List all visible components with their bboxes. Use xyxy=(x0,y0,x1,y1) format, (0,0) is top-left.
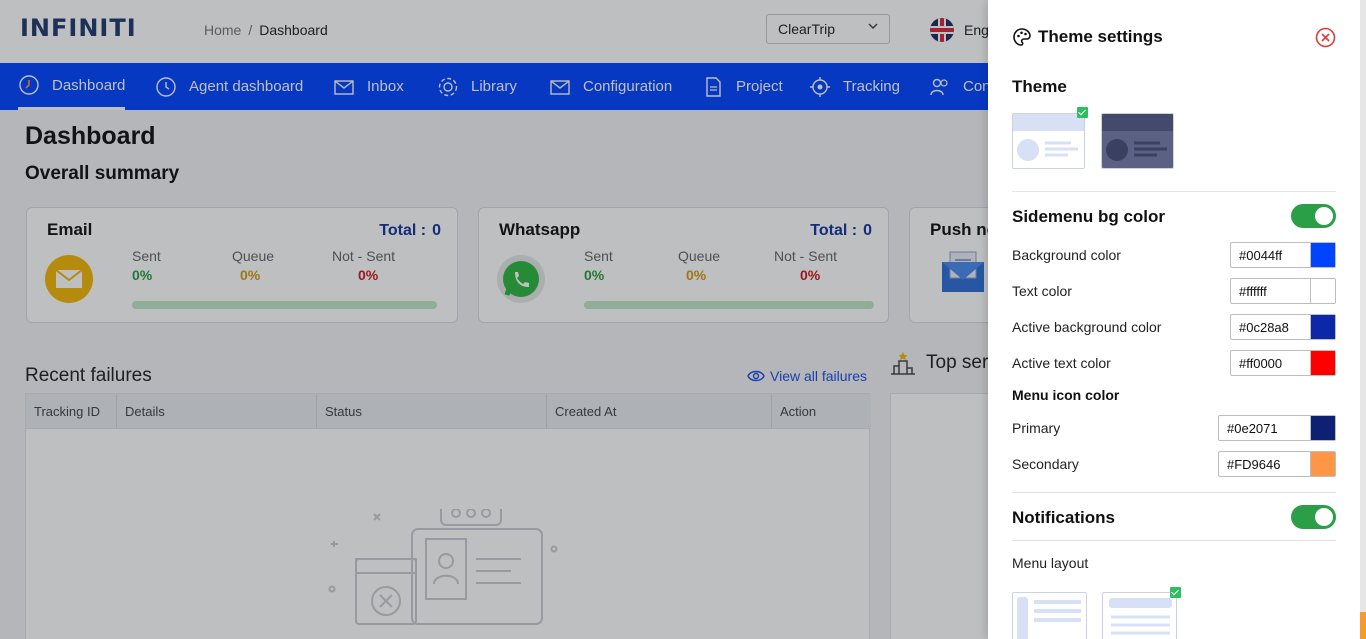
background-color-input[interactable]: #0044ff xyxy=(1230,242,1336,268)
divider xyxy=(1012,191,1336,192)
drawer-scrollbar[interactable] xyxy=(1360,0,1366,639)
color-swatch[interactable] xyxy=(1310,351,1335,375)
vertical-layout-option[interactable] xyxy=(1012,592,1087,639)
secondary-color-label: Secondary xyxy=(1012,456,1079,472)
color-swatch[interactable] xyxy=(1310,315,1335,339)
notifications-label: Notifications xyxy=(1012,508,1115,527)
notifications-toggle[interactable] xyxy=(1291,505,1336,529)
active-text-color-label: Active text color xyxy=(1012,355,1111,371)
primary-color-label: Primary xyxy=(1012,420,1061,436)
vertical-layout-preview xyxy=(1017,597,1081,639)
color-swatch[interactable] xyxy=(1310,279,1335,303)
color-hex-value: #0044ff xyxy=(1239,248,1283,263)
theme-label: Theme xyxy=(1012,77,1067,96)
menu-layout-label: Menu layout xyxy=(1012,555,1089,571)
active-background-color-label: Active background color xyxy=(1012,319,1162,335)
theme-selected-check-icon xyxy=(1077,107,1088,118)
active-background-color-input[interactable]: #0c28a8 xyxy=(1230,314,1336,340)
color-hex-value: #0c28a8 xyxy=(1239,320,1289,335)
drawer-title: Theme settings xyxy=(1012,27,1163,47)
text-color-input[interactable]: #ffffff xyxy=(1230,278,1336,304)
drawer-title-label: Theme settings xyxy=(1038,27,1163,46)
divider xyxy=(1012,540,1336,541)
light-theme-option[interactable] xyxy=(1012,113,1085,169)
light-theme-preview xyxy=(1013,114,1084,161)
close-icon[interactable] xyxy=(1315,27,1336,48)
color-hex-value: #ffffff xyxy=(1239,284,1267,299)
primary-icon-color-input[interactable]: #0e2071 xyxy=(1218,415,1336,441)
sidemenu-bg-color-label: Sidemenu bg color xyxy=(1012,207,1166,226)
scrollbar-thumb[interactable] xyxy=(1360,612,1366,639)
active-text-color-input[interactable]: #ff0000 xyxy=(1230,350,1336,376)
theme-settings-drawer: Theme settings Theme Sidemenu bg color B… xyxy=(988,0,1360,639)
divider xyxy=(1012,492,1336,493)
color-swatch[interactable] xyxy=(1310,243,1335,267)
palette-icon xyxy=(1013,28,1031,46)
background-color-label: Background color xyxy=(1012,247,1121,263)
horizontal-layout-preview xyxy=(1109,598,1172,635)
dark-theme-option[interactable] xyxy=(1101,113,1174,169)
sidemenu-bg-color-toggle[interactable] xyxy=(1291,204,1336,228)
horizontal-layout-option[interactable] xyxy=(1102,592,1177,639)
menu-icon-color-label: Menu icon color xyxy=(1012,387,1120,403)
text-color-label: Text color xyxy=(1012,283,1072,299)
color-hex-value: #FD9646 xyxy=(1227,457,1281,472)
layout-selected-check-icon xyxy=(1170,587,1181,598)
color-swatch[interactable] xyxy=(1310,416,1335,440)
color-hex-value: #ff0000 xyxy=(1239,356,1283,371)
color-swatch[interactable] xyxy=(1310,452,1335,476)
color-hex-value: #0e2071 xyxy=(1227,421,1278,436)
secondary-icon-color-input[interactable]: #FD9646 xyxy=(1218,451,1336,477)
dark-theme-preview xyxy=(1102,114,1173,161)
